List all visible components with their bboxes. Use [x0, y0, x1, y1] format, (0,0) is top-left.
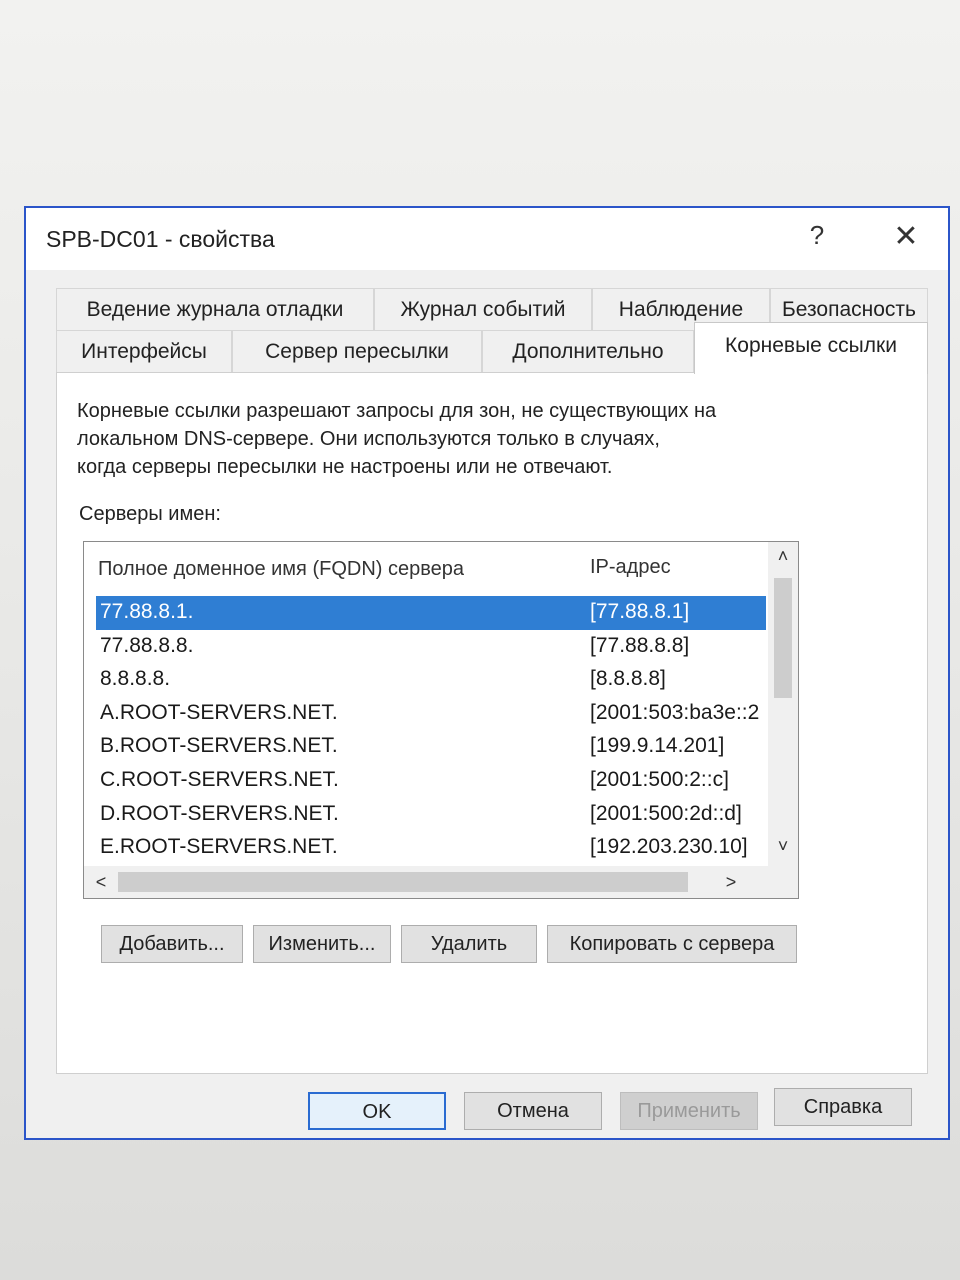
tab-debug-logging[interactable]: Ведение журнала отладки — [56, 288, 374, 330]
tab-advanced[interactable]: Дополнительно — [482, 330, 694, 372]
column-header-ip[interactable]: IP-адрес — [590, 556, 671, 579]
screen: SPB-DC01 - свойства ? ✕ Ведение журнала … — [0, 0, 960, 1280]
name-servers-label: Серверы имен: — [79, 503, 221, 525]
server-fqdn: C.ROOT-SERVERS.NET. — [100, 767, 339, 791]
copy-from-server-button[interactable]: Копировать с сервера — [547, 925, 797, 963]
server-ip: [199.9.14.201] — [590, 734, 725, 758]
add-button[interactable]: Добавить... — [101, 925, 243, 963]
description-line: когда серверы пересылки не настроены или… — [77, 456, 613, 478]
scroll-up-icon[interactable]: ˄ — [768, 546, 798, 567]
list-item[interactable]: C.ROOT-SERVERS.NET. [2001:500:2::c] — [96, 764, 766, 798]
remove-button[interactable]: Удалить — [401, 925, 537, 963]
tab-root-hints[interactable]: Корневые ссылки — [694, 322, 928, 374]
server-fqdn: 77.88.8.1. — [100, 600, 194, 623]
list-item[interactable]: A.ROOT-SERVERS.NET. [2001:503:ba3e::2 — [96, 697, 766, 731]
list-item[interactable]: E.ROOT-SERVERS.NET. [192.203.230.10] — [96, 831, 766, 865]
server-fqdn: E.ROOT-SERVERS.NET. — [100, 835, 338, 859]
name-servers-list[interactable]: Полное доменное имя (FQDN) сервера IP-ад… — [83, 541, 799, 899]
description-text: Корневые ссылки разрешают запросы для зо… — [77, 397, 837, 481]
server-ip: [2001:500:2::c] — [590, 767, 729, 791]
server-ip: [77.88.8.8] — [590, 633, 690, 657]
tab-event-log[interactable]: Журнал событий — [374, 288, 592, 330]
horizontal-scrollbar[interactable]: < > — [84, 866, 798, 898]
scroll-down-icon[interactable]: ˅ — [768, 836, 798, 857]
scroll-left-icon[interactable]: < — [86, 872, 116, 893]
server-fqdn: 77.88.8.8. — [100, 633, 194, 657]
vertical-scroll-thumb[interactable] — [774, 578, 792, 698]
window-title: SPB-DC01 - свойства — [46, 226, 275, 252]
scroll-right-icon[interactable]: > — [716, 872, 746, 893]
description-line: локальном DNS-сервере. Они используются … — [77, 428, 660, 450]
list-header: Полное доменное имя (FQDN) сервера IP-ад… — [84, 542, 764, 586]
edit-button[interactable]: Изменить... — [253, 925, 391, 963]
column-header-fqdn[interactable]: Полное доменное имя (FQDN) сервера — [98, 558, 464, 581]
server-fqdn: A.ROOT-SERVERS.NET. — [100, 700, 338, 724]
tab-interfaces[interactable]: Интерфейсы — [56, 330, 232, 372]
server-ip: [8.8.8.8] — [590, 667, 666, 691]
list-item[interactable]: 8.8.8.8. [8.8.8.8] — [96, 663, 766, 697]
help-button[interactable]: Справка — [774, 1088, 912, 1126]
cancel-button[interactable]: Отмена — [464, 1092, 602, 1130]
list-rows: 77.88.8.1. [77.88.8.1] 77.88.8.8. [77.88.8.… — [96, 596, 766, 865]
list-item[interactable]: D.ROOT-SERVERS.NET. [2001:500:2d::d] — [96, 798, 766, 832]
server-ip: [2001:503:ba3e::2 — [590, 700, 760, 724]
apply-button[interactable]: Применить — [620, 1092, 758, 1130]
horizontal-scroll-thumb[interactable] — [118, 872, 688, 892]
root-hints-panel: Корневые ссылки разрешают запросы для зо… — [56, 372, 928, 1074]
server-fqdn: D.ROOT-SERVERS.NET. — [100, 801, 339, 825]
list-item[interactable]: 77.88.8.1. [77.88.8.1] — [96, 596, 766, 630]
list-item[interactable]: 77.88.8.8. [77.88.8.8] — [96, 630, 766, 664]
server-ip: [77.88.8.1] — [590, 600, 690, 623]
tab-forwarders[interactable]: Сервер пересылки — [232, 330, 482, 372]
ok-button[interactable]: OK — [308, 1092, 446, 1130]
list-item[interactable]: B.ROOT-SERVERS.NET. [199.9.14.201] — [96, 730, 766, 764]
server-ip: [192.203.230.10] — [590, 835, 748, 859]
close-icon[interactable]: ✕ — [888, 220, 924, 256]
server-fqdn: 8.8.8.8. — [100, 667, 171, 691]
server-ip: [2001:500:2d::d] — [590, 801, 742, 825]
vertical-scrollbar[interactable]: ˄ ˅ — [768, 542, 798, 866]
description-line: Корневые ссылки разрешают запросы для зо… — [77, 400, 717, 422]
help-icon[interactable]: ? — [802, 220, 832, 250]
properties-dialog: SPB-DC01 - свойства ? ✕ Ведение журнала … — [24, 206, 950, 1140]
server-fqdn: B.ROOT-SERVERS.NET. — [100, 734, 338, 758]
title-bar[interactable]: SPB-DC01 - свойства ? ✕ — [26, 208, 948, 270]
